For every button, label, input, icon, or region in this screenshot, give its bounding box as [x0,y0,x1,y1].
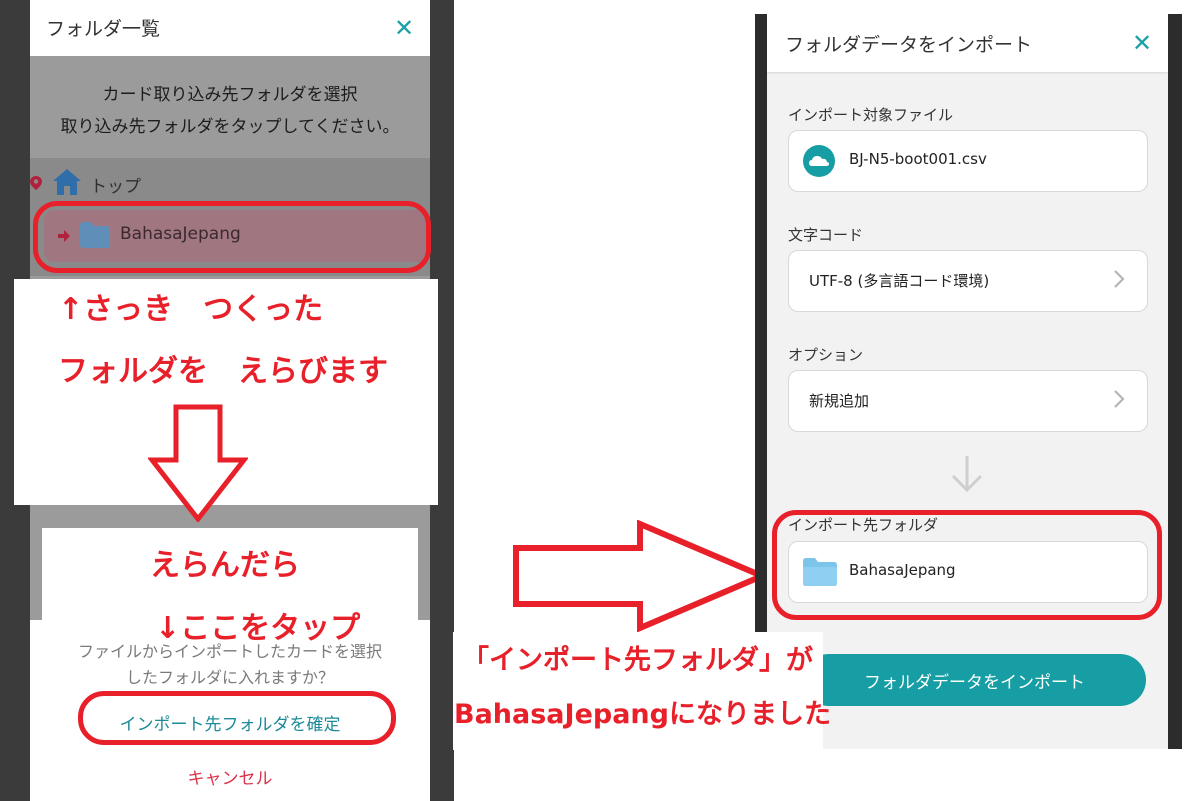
option-label: オプション [788,346,864,364]
highlight-ring-folder [33,201,431,273]
folder-list-header: フォルダ一覧 ✕ [30,0,430,56]
encoding-value: UTF-8 (多言語コード環境) [809,272,990,290]
highlight-ring-confirm [78,691,396,745]
annotation-text: ↑さっき つくった [58,292,324,327]
page-title: フォルダ一覧 [46,18,161,40]
encoding-label: 文字コード [788,226,864,244]
home-icon[interactable] [52,168,82,196]
annotation-text: BahasaJepangになりました [454,699,831,730]
option-select[interactable]: 新規追加 [788,370,1148,432]
file-field[interactable]: BJ-N5-boot001.csv [788,130,1148,192]
annotation-text: えらんだら [150,548,300,583]
highlight-ring-destination [772,510,1162,620]
cloud-icon [803,145,835,177]
close-icon[interactable]: ✕ [394,16,414,40]
file-label: インポート対象ファイル [788,106,954,124]
instruction-title: カード取り込み先フォルダを選択 [102,85,358,105]
location-pin-icon [30,176,42,190]
tree-root-label[interactable]: トップ [90,172,141,197]
import-button-label: フォルダデータをインポート [864,673,1085,693]
chevron-right-icon [1114,270,1125,288]
cancel-button[interactable]: キャンセル [30,764,430,789]
chevron-right-icon [1114,390,1125,408]
hollow-right-arrow-icon [513,520,768,632]
annotation-text: 「インポート先フォルダ」が [462,645,813,676]
arrow-down-icon [951,456,983,493]
import-header: フォルダデータをインポート ✕ [767,14,1168,72]
instruction-text: 取り込み先フォルダをタップしてください。 [60,117,400,137]
annotation-text: ↓ここをタップ [155,611,361,646]
file-name: BJ-N5-boot001.csv [849,150,987,168]
import-title: フォルダデータをインポート [785,34,1033,56]
import-button[interactable]: フォルダデータをインポート [803,654,1146,706]
import-screen: フォルダデータをインポート ✕ インポート対象ファイル BJ-N5-boot00… [767,14,1168,749]
hollow-down-arrow-icon [148,404,248,522]
annotation-text: フォルダを えらびます [58,354,388,389]
encoding-select[interactable]: UTF-8 (多言語コード環境) [788,250,1148,312]
right-phone-frame-right [1168,14,1182,749]
close-icon[interactable]: ✕ [1132,31,1152,55]
dialog-message-line2: したフォルダに入れますか？ [125,668,334,687]
option-value: 新規追加 [809,392,870,410]
